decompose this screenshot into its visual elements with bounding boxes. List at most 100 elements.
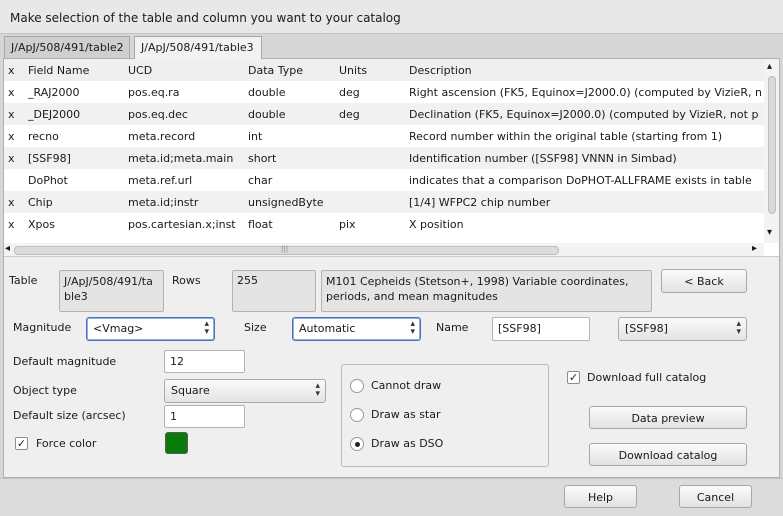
row-units: deg: [339, 108, 360, 121]
default-size-label: Default size (arcsec): [13, 409, 126, 422]
row-ucd: meta.record: [128, 130, 196, 143]
table-row[interactable]: x _RAJ2000 pos.eq.ra double deg Right as…: [4, 81, 764, 103]
row-units: pix: [339, 218, 356, 231]
rows-label: Rows: [172, 274, 201, 287]
draw-as-dso-label: Draw as DSO: [371, 437, 444, 450]
row-description: X position: [409, 218, 464, 231]
rows-value: 255: [232, 270, 316, 312]
row-field-name: DoPhot: [28, 174, 68, 187]
row-data-type: unsignedByte: [248, 196, 324, 209]
row-data-type: float: [248, 218, 273, 231]
tab-table3[interactable]: J/ApJ/508/491/table3: [134, 36, 262, 59]
cannot-draw-label: Cannot draw: [371, 379, 442, 392]
cannot-draw-radio[interactable]: [350, 379, 364, 393]
vertical-scroll-thumb[interactable]: [768, 76, 776, 214]
table-row[interactable]: x Chip meta.id;instr unsignedByte [1/4] …: [4, 191, 764, 213]
dialog-title: Make selection of the table and column y…: [0, 0, 783, 34]
row-ucd: meta.ref.url: [128, 174, 193, 187]
size-select[interactable]: Automatic ▴ ▾: [292, 317, 421, 341]
row-data-type: int: [248, 130, 263, 143]
updown-arrows-icon: ▴ ▾: [736, 319, 741, 337]
table-value: J/ApJ/508/491/table3: [59, 270, 164, 312]
draw-as-star-label: Draw as star: [371, 408, 441, 421]
force-color-checkbox[interactable]: ✓: [15, 437, 28, 450]
table-row[interactable]: x _DEJ2000 pos.eq.dec double deg Declina…: [4, 103, 764, 125]
row-description: Declination (FK5, Equinox=J2000.0) (comp…: [409, 108, 759, 121]
download-catalog-button[interactable]: Download catalog: [589, 443, 747, 466]
name-label: Name: [436, 321, 469, 334]
draw-as-dso-radio[interactable]: [350, 437, 364, 451]
table-row[interactable]: x Xpos pos.cartesian.x;inst float pix X …: [4, 213, 764, 235]
table-row[interactable]: x recno meta.record int Record number wi…: [4, 125, 764, 147]
magnitude-label: Magnitude: [13, 321, 72, 334]
row-ucd: meta.id;meta.main: [128, 152, 234, 165]
header-select[interactable]: x: [8, 64, 15, 77]
grip-icon: |||: [281, 245, 289, 253]
row-field-name: _RAJ2000: [28, 86, 80, 99]
bottom-bar: [0, 478, 783, 516]
header-units[interactable]: Units: [339, 64, 367, 77]
row-field-name: [SSF98]: [28, 152, 71, 165]
row-data-type: short: [248, 152, 277, 165]
default-magnitude-label: Default magnitude: [13, 355, 117, 368]
scroll-up-icon[interactable]: ▴: [767, 61, 772, 72]
row-ucd: meta.id;instr: [128, 196, 199, 209]
force-color-label: Force color: [36, 437, 97, 450]
scroll-left-icon[interactable]: ◂: [5, 243, 10, 254]
row-units: deg: [339, 86, 360, 99]
back-button[interactable]: < Back: [661, 269, 747, 293]
row-select-mark[interactable]: x: [8, 86, 15, 99]
data-preview-button[interactable]: Data preview: [589, 406, 747, 429]
download-full-checkbox[interactable]: ✓: [567, 371, 580, 384]
table-label: Table: [9, 274, 38, 287]
header-ucd[interactable]: UCD: [128, 64, 152, 77]
row-field-name: _DEJ2000: [28, 108, 81, 121]
name-column-select-value: [SSF98]: [625, 322, 668, 335]
row-select-mark[interactable]: x: [8, 130, 15, 143]
catalog-description: M101 Cepheids (Stetson+, 1998) Variable …: [321, 270, 652, 312]
help-button[interactable]: Help: [564, 485, 637, 508]
row-data-type: char: [248, 174, 273, 187]
updown-arrows-icon: ▴ ▾: [410, 319, 415, 337]
row-select-mark[interactable]: x: [8, 152, 15, 165]
header-description[interactable]: Description: [409, 64, 472, 77]
default-magnitude-input[interactable]: 12: [164, 350, 245, 373]
columns-table: x Field Name UCD Data Type Units Descrip…: [4, 59, 779, 257]
object-type-select-value: Square: [171, 384, 210, 397]
header-field-name[interactable]: Field Name: [28, 64, 89, 77]
row-field-name: Chip: [28, 196, 53, 209]
magnitude-select-value: <Vmag>: [93, 322, 144, 335]
updown-arrows-icon: ▴ ▾: [315, 381, 320, 399]
row-ucd: pos.eq.ra: [128, 86, 180, 99]
row-select-mark[interactable]: x: [8, 108, 15, 121]
tab-table2[interactable]: J/ApJ/508/491/table2: [4, 36, 130, 58]
horizontal-scroll-thumb[interactable]: |||: [14, 245, 559, 255]
color-swatch[interactable]: [165, 432, 188, 454]
scroll-down-icon[interactable]: ▾: [767, 227, 772, 238]
magnitude-select[interactable]: <Vmag> ▴ ▾: [86, 317, 215, 341]
row-description: Right ascension (FK5, Equinox=J2000.0) (…: [409, 86, 762, 99]
row-select-mark[interactable]: x: [8, 218, 15, 231]
header-data-type[interactable]: Data Type: [248, 64, 303, 77]
default-size-input[interactable]: 1: [164, 405, 245, 428]
scroll-right-icon[interactable]: ▸: [752, 243, 757, 254]
row-select-mark[interactable]: x: [8, 196, 15, 209]
row-description: [1/4] WFPC2 chip number: [409, 196, 551, 209]
draw-as-star-radio[interactable]: [350, 408, 364, 422]
table-row[interactable]: DoPhot meta.ref.url char indicates that …: [4, 169, 764, 191]
row-description: Identification number ([SSF98] VNNN in S…: [409, 152, 677, 165]
updown-arrows-icon: ▴ ▾: [204, 319, 209, 337]
table-row[interactable]: x [SSF98] meta.id;meta.main short Identi…: [4, 147, 764, 169]
size-select-value: Automatic: [299, 322, 356, 335]
row-description: indicates that a comparison DoPHOT-ALLFR…: [409, 174, 752, 187]
horizontal-scrollbar[interactable]: ◂ ||| ▸: [4, 243, 764, 256]
row-data-type: double: [248, 108, 286, 121]
table-header: x Field Name UCD Data Type Units Descrip…: [4, 59, 764, 81]
object-type-select[interactable]: Square ▴ ▾: [164, 379, 326, 403]
vertical-scrollbar[interactable]: ▴ ▾: [764, 59, 779, 243]
cancel-button[interactable]: Cancel: [679, 485, 752, 508]
row-ucd: pos.eq.dec: [128, 108, 188, 121]
size-label: Size: [244, 321, 267, 334]
name-column-select[interactable]: [SSF98] ▴ ▾: [618, 317, 747, 341]
name-input[interactable]: [SSF98]: [492, 317, 590, 341]
